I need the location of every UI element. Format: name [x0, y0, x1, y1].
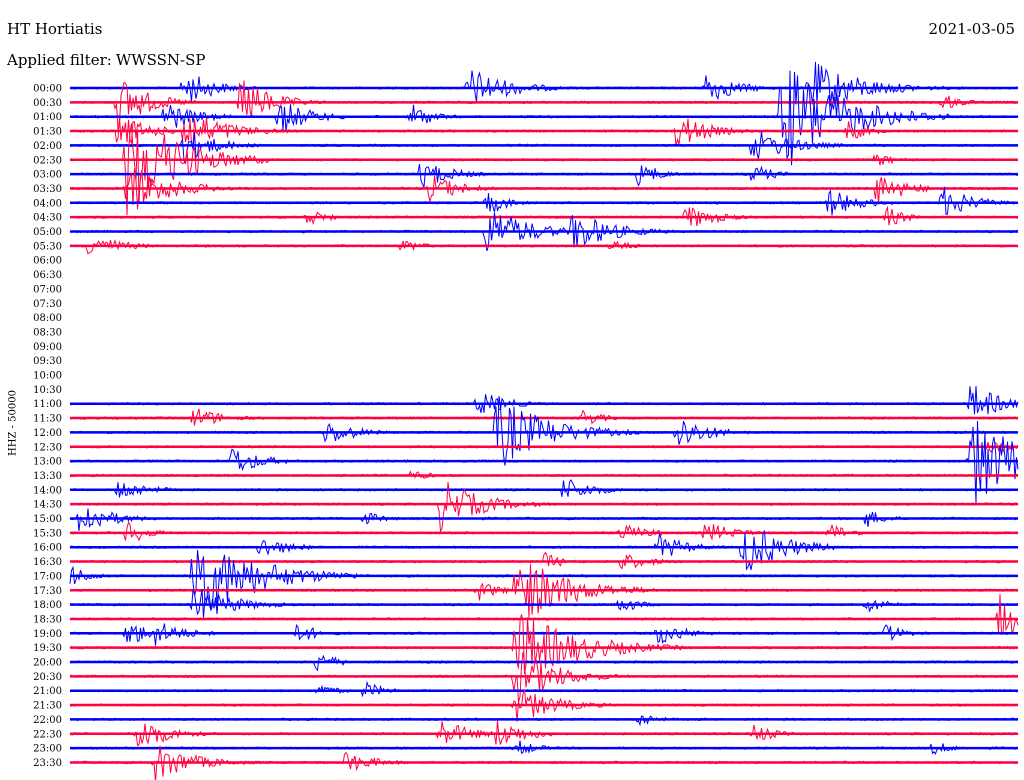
time-label: 15:00 [33, 514, 62, 525]
time-label: 14:00 [33, 485, 62, 496]
time-label: 04:00 [33, 198, 62, 209]
time-label: 20:00 [33, 658, 62, 669]
trace-0300 [69, 164, 1019, 190]
time-label: 15:30 [33, 528, 62, 539]
time-label: 16:00 [33, 543, 62, 554]
time-label: 11:00 [33, 399, 62, 410]
time-label: 00:30 [33, 98, 62, 109]
time-label: 10:30 [33, 385, 62, 396]
trace-1200 [69, 396, 1019, 466]
time-label: 12:30 [33, 442, 62, 453]
time-label: 02:30 [33, 155, 62, 166]
time-label: 18:30 [33, 614, 62, 625]
time-label: 18:00 [33, 600, 62, 611]
time-label: 22:30 [33, 729, 62, 740]
time-label: 13:30 [33, 471, 62, 482]
time-label: 09:00 [33, 342, 62, 353]
seismogram-plot: 00:00 00:30 01:00 01:30 02:00 02:30 03:00 03:30… [33, 61, 1019, 780]
time-label: 17:30 [33, 586, 62, 597]
trace-1530 [69, 521, 1019, 542]
time-label: 06:30 [33, 270, 62, 281]
time-label: 07:30 [33, 299, 62, 310]
time-label: 21:00 [33, 686, 62, 697]
time-label: 19:30 [33, 643, 62, 654]
time-label: 12:00 [33, 428, 62, 439]
time-label: 02:00 [33, 141, 62, 152]
time-label: 06:00 [33, 256, 62, 267]
time-label: 05:00 [33, 227, 62, 238]
time-label: 19:00 [33, 629, 62, 640]
trace-1600 [69, 529, 1019, 571]
time-label: 23:00 [33, 744, 62, 755]
time-label: 22:00 [33, 715, 62, 726]
time-label: 13:00 [33, 457, 62, 468]
time-label: 16:30 [33, 557, 62, 568]
time-label: 21:30 [33, 701, 62, 712]
time-label: 01:00 [33, 112, 62, 123]
time-label: 08:00 [33, 313, 62, 324]
time-label: 08:30 [33, 327, 62, 338]
time-label: 17:00 [33, 571, 62, 582]
trace-1930 [69, 614, 1019, 674]
time-label: 05:30 [33, 241, 62, 252]
trace-0230 [69, 123, 1019, 216]
time-label: 07:00 [33, 284, 62, 295]
trace-0000 [69, 61, 1019, 107]
time-label: 10:00 [33, 371, 62, 382]
time-label: 23:30 [33, 758, 62, 769]
time-label: 09:30 [33, 356, 62, 367]
time-label: 04:30 [33, 213, 62, 224]
time-label: 11:30 [33, 414, 62, 425]
time-label: 20:30 [33, 672, 62, 683]
time-label: 01:30 [33, 127, 62, 138]
time-label: 03:00 [33, 170, 62, 181]
trace-1100 [69, 386, 1019, 415]
time-label: 00:00 [33, 84, 62, 95]
time-label: 03:30 [33, 184, 62, 195]
time-label: 14:30 [33, 500, 62, 511]
